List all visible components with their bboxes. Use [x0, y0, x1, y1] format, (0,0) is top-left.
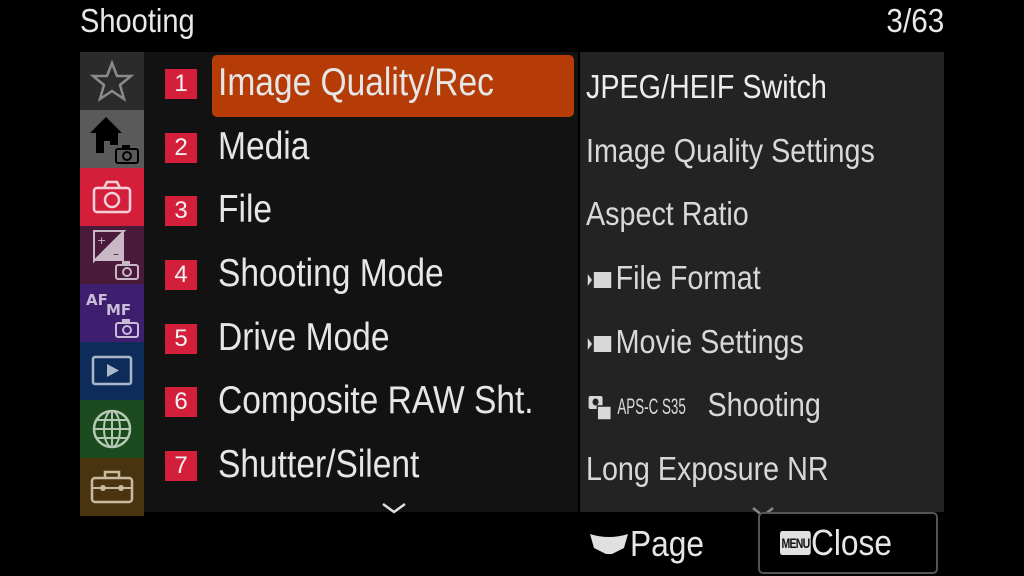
- svg-text:AF: AF: [86, 291, 108, 309]
- submenu-item-aps-c-s35-shooting[interactable]: APS-C S35 Shooting: [586, 380, 821, 430]
- menu-item-label: Drive Mode: [218, 316, 390, 359]
- home-camera-icon: [90, 117, 139, 164]
- movie-mode-icon: [587, 336, 612, 353]
- submenu-item-label: Shooting: [707, 386, 821, 423]
- menu-button-icon: MENU: [780, 531, 811, 555]
- submenu-item-movie-settings[interactable]: Movie Settings: [586, 317, 804, 367]
- tab-shooting[interactable]: [80, 168, 144, 226]
- menu-item-label: Media: [218, 125, 310, 168]
- submenu-item-jpeg-heif-switch[interactable]: JPEG/HEIF Switch: [586, 62, 827, 112]
- item-number-badge: 1: [165, 69, 197, 99]
- page-label: Page: [630, 523, 704, 564]
- menu-title: Shooting: [80, 2, 195, 39]
- af-mf-camera-icon: AF MF: [86, 291, 139, 338]
- still-movie-icon: [588, 396, 612, 422]
- tab-playback[interactable]: [80, 342, 144, 400]
- menu-item-shutter-silent[interactable]: 7 Shutter/Silent: [144, 434, 578, 492]
- submenu-item-label: Long Exposure NR: [586, 450, 829, 487]
- tab-exposure-color[interactable]: + –: [80, 226, 144, 284]
- submenu-item-label: Image Quality Settings: [586, 132, 875, 169]
- submenu-item-image-quality-settings[interactable]: Image Quality Settings: [586, 126, 875, 176]
- close-label: Close: [811, 522, 893, 563]
- item-number-badge: 4: [165, 260, 197, 290]
- submenu-item-file-format[interactable]: File Format: [586, 253, 761, 303]
- submenu-item-label: JPEG/HEIF Switch: [586, 68, 827, 105]
- menu-item-shooting-mode[interactable]: 4 Shooting Mode: [144, 243, 578, 301]
- tab-main[interactable]: [80, 110, 144, 168]
- scroll-down-chevron-icon[interactable]: [380, 502, 408, 514]
- aps-c-s35-prefix: APS-C S35: [617, 394, 686, 420]
- menu-item-label: Image Quality/Rec: [218, 61, 494, 104]
- submenu-item-label: Aspect Ratio: [586, 195, 749, 232]
- exposure-camera-icon: + –: [93, 230, 139, 280]
- globe-icon: [92, 409, 132, 449]
- svg-text:MF: MF: [106, 301, 131, 319]
- submenu-item-label: Movie Settings: [615, 323, 804, 360]
- close-button[interactable]: MENU Close: [758, 512, 938, 574]
- page-indicator: 3/63: [886, 2, 944, 39]
- menu-item-media[interactable]: 2 Media: [144, 116, 578, 174]
- item-number-badge: 5: [165, 324, 197, 354]
- tab-favorites[interactable]: [80, 52, 144, 110]
- menu-list: 1 Image Quality/Rec 2 Media 3 File 4 Sho…: [144, 52, 578, 514]
- movie-mode-icon: [587, 272, 612, 289]
- tab-network[interactable]: [80, 400, 144, 458]
- submenu-panel: JPEG/HEIF Switch Image Quality Settings …: [580, 52, 944, 512]
- item-number-badge: 2: [165, 133, 197, 163]
- svg-text:+: +: [97, 234, 106, 247]
- menu-item-label: File: [218, 188, 273, 231]
- item-number-badge: 7: [165, 451, 197, 481]
- menu-item-label: Composite RAW Sht.: [218, 379, 534, 422]
- playback-icon: [91, 355, 133, 386]
- menu-item-composite-raw[interactable]: 6 Composite RAW Sht.: [144, 370, 578, 428]
- submenu-item-aspect-ratio[interactable]: Aspect Ratio: [586, 189, 749, 239]
- item-number-badge: 3: [165, 196, 197, 226]
- submenu-item-label: File Format: [615, 259, 761, 296]
- camera-icon: [92, 180, 132, 214]
- menu-item-label: Shutter/Silent: [218, 443, 420, 486]
- menu-item-label: Shooting Mode: [218, 252, 444, 295]
- menu-item-drive-mode[interactable]: 5 Drive Mode: [144, 307, 578, 365]
- tab-focus[interactable]: AF MF: [80, 284, 144, 342]
- page-hint[interactable]: Page: [588, 520, 714, 568]
- star-icon: [90, 60, 134, 102]
- tab-setup[interactable]: [80, 458, 144, 516]
- category-sidebar: + – AF MF: [80, 52, 144, 516]
- control-wheel-icon: [590, 534, 628, 554]
- svg-text:–: –: [113, 247, 119, 261]
- menu-item-file[interactable]: 3 File: [144, 179, 578, 237]
- submenu-item-long-exposure-nr[interactable]: Long Exposure NR: [586, 444, 829, 494]
- toolbox-icon: [90, 470, 134, 504]
- item-number-badge: 6: [165, 387, 197, 417]
- menu-item-image-quality-rec[interactable]: 1 Image Quality/Rec: [144, 52, 578, 117]
